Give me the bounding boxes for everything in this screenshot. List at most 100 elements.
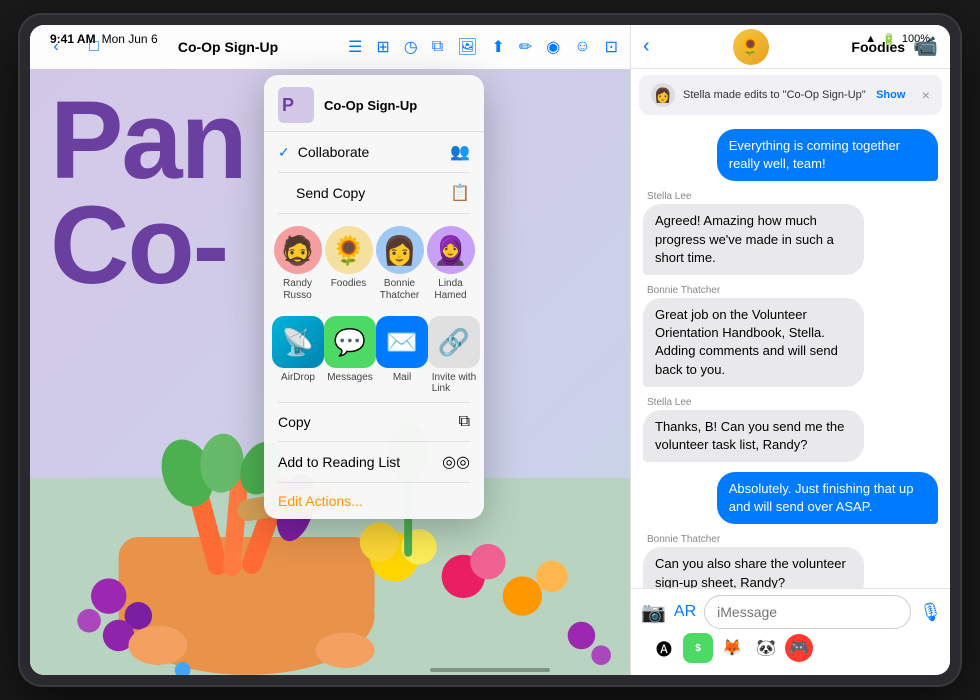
more-icon[interactable]: ⊡	[605, 37, 618, 57]
share-doc-title: Co-Op Sign-Up	[324, 98, 417, 113]
bubble-bonnie-1: Great job on the Volunteer Orientation H…	[643, 298, 864, 387]
messages-app[interactable]: 💬 Messages	[324, 316, 376, 394]
send-copy-icon: 📋	[450, 183, 470, 203]
notification-banner: 👩 Stella made edits to "Co-Op Sign-Up" S…	[639, 75, 942, 115]
contact-foodies[interactable]: 🌻 Foodies	[325, 226, 373, 302]
share-icon[interactable]: ⬆	[491, 37, 504, 57]
collaborate-label: Collaborate	[298, 144, 370, 160]
shapes-icon[interactable]: ◉	[546, 37, 560, 57]
message-6: Bonnie Thatcher Can you also share the v…	[643, 534, 938, 588]
edit-actions-option[interactable]: Edit Actions...	[264, 483, 484, 519]
image-icon[interactable]: 🖼	[457, 37, 477, 57]
linda-avatar: 🧕	[427, 226, 475, 274]
mail-icon: ✉️	[376, 316, 428, 368]
apps-bar: 🅐 $ 🦊 🐼 🎮	[641, 629, 940, 667]
pages-toolbar: ‹ □ Co-Op Sign-Up ☰ ⊞ ◷ ⧉ 🖼 ⬆ ✏ ◉ ☺ ⊡	[30, 25, 630, 69]
copy-label: Copy	[278, 414, 311, 430]
input-row: 📷 AR 🎙	[641, 595, 940, 629]
bonnie-avatar: 👩	[376, 226, 424, 274]
doc-browser-button[interactable]: □	[80, 33, 108, 61]
messages-back-button[interactable]: ‹	[643, 35, 650, 58]
contact-bonnie[interactable]: 👩 BonnieThatcher	[376, 226, 424, 302]
send-copy-option[interactable]: Send Copy 📋	[264, 173, 484, 213]
toolbar-icons: ☰ ⊞ ◷ ⧉ 🖼 ⬆ ✏ ◉ ☺ ⊡	[348, 37, 618, 57]
document-title: Co-Op Sign-Up	[118, 39, 338, 55]
message-1: Everything is coming together really wel…	[643, 129, 938, 181]
contact-linda[interactable]: 🧕 LindaHamed	[427, 226, 475, 302]
share-avatars: 🧔 RandyRusso 🌻 Foodies 👩 BonnieThatcher	[264, 214, 484, 306]
sender-bonnie-1: Bonnie Thatcher	[643, 285, 720, 296]
ipad-frame: 9:41 AM Mon Jun 6 ▲ 🔋 100% ‹ □ Co-Op Sig…	[20, 15, 960, 685]
pencil-icon[interactable]: ✏	[519, 37, 532, 57]
bubble-bonnie-2: Can you also share the volunteer sign-up…	[643, 547, 864, 588]
message-4: Stella Lee Thanks, B! Can you send me th…	[643, 397, 938, 462]
share-doc-icon: P	[278, 87, 314, 123]
airdrop-icon: 📡	[272, 316, 324, 368]
more-apps-button[interactable]: 🎮	[785, 634, 813, 662]
ipad-screen: 9:41 AM Mon Jun 6 ▲ 🔋 100% ‹ □ Co-Op Sig…	[30, 25, 950, 675]
bubble-stella-2: Thanks, B! Can you send me the volunteer…	[643, 410, 864, 462]
back-button[interactable]: ‹	[42, 33, 70, 61]
bubble-outgoing-2: Absolutely. Just finishing that up and w…	[717, 472, 938, 524]
list-icon[interactable]: ☰	[348, 37, 362, 57]
airdrop-app[interactable]: 📡 AirDrop	[272, 316, 324, 394]
pages-panel: ‹ □ Co-Op Sign-Up ☰ ⊞ ◷ ⧉ 🖼 ⬆ ✏ ◉ ☺ ⊡	[30, 25, 630, 675]
copy-option[interactable]: Copy ⧉	[264, 403, 484, 441]
ar-button[interactable]: AR	[674, 603, 696, 621]
messages-input-area: 📷 AR 🎙 🅐 $ 🦊 🐼 🎮	[631, 588, 950, 675]
invite-link-app[interactable]: 🔗 Invite withLink	[428, 316, 480, 394]
group-name: Foodies	[851, 39, 905, 55]
invite-link-label: Invite withLink	[432, 372, 476, 394]
send-copy-label: Send Copy	[278, 185, 365, 201]
bubble-outgoing-1: Everything is coming together really wel…	[717, 129, 938, 181]
notification-close-button[interactable]: ×	[922, 87, 930, 103]
randy-avatar: 🧔	[274, 226, 322, 274]
reading-list-label: Add to Reading List	[278, 454, 400, 470]
video-call-button[interactable]: 📹	[913, 34, 938, 59]
copy-icon: ⧉	[459, 413, 470, 431]
camera-button[interactable]: 📷	[641, 600, 666, 625]
foodies-name: Foodies	[331, 278, 367, 290]
sender-stella-2: Stella Lee	[643, 397, 691, 408]
appstore-button[interactable]: 🅐	[649, 633, 679, 663]
checkmark-icon: ✓	[278, 144, 290, 161]
randy-name: RandyRusso	[283, 278, 312, 302]
contact-randy[interactable]: 🧔 RandyRusso	[274, 226, 322, 302]
emoji-memoji-2[interactable]: 🐼	[751, 633, 781, 663]
messages-body: Everything is coming together really wel…	[631, 121, 950, 588]
bubble-stella-1: Agreed! Amazing how much progress we've …	[643, 204, 864, 275]
bonnie-name: BonnieThatcher	[380, 278, 419, 302]
share-apps: 📡 AirDrop 💬 Messages ✉️ Mail 🔗	[264, 306, 484, 402]
collaborate-option[interactable]: ✓ Collaborate 👥	[264, 132, 484, 172]
mail-app[interactable]: ✉️ Mail	[376, 316, 428, 394]
message-3: Bonnie Thatcher Great job on the Volunte…	[643, 285, 938, 387]
emoji-icon[interactable]: ☺	[574, 38, 590, 56]
notification-text: Stella made edits to "Co-Op Sign-Up"	[683, 89, 866, 101]
messages-toolbar: ‹ 🌻 Foodies 📹	[631, 25, 950, 69]
cash-button[interactable]: $	[683, 633, 713, 663]
copy-icon[interactable]: ⧉	[432, 38, 443, 56]
group-icon: 🌻	[733, 29, 769, 65]
messages-panel: ‹ 🌻 Foodies 📹 👩 Stella made edits to "Co…	[630, 25, 950, 675]
reading-list-option[interactable]: Add to Reading List ◎◎	[264, 442, 484, 482]
clock-icon[interactable]: ◷	[404, 37, 418, 57]
messages-icon: 💬	[324, 316, 376, 368]
table-icon[interactable]: ⊞	[376, 37, 389, 57]
notification-show-button[interactable]: Show	[876, 89, 905, 101]
notif-avatar: 👩	[651, 83, 675, 107]
message-input[interactable]	[704, 595, 911, 629]
share-popup-header: P Co-Op Sign-Up	[264, 75, 484, 132]
message-2: Stella Lee Agreed! Amazing how much prog…	[643, 191, 938, 275]
svg-text:P: P	[282, 95, 294, 115]
main-content: ‹ □ Co-Op Sign-Up ☰ ⊞ ◷ ⧉ 🖼 ⬆ ✏ ◉ ☺ ⊡	[30, 25, 950, 675]
emoji-memoji-1[interactable]: 🦊	[717, 633, 747, 663]
sender-bonnie-2: Bonnie Thatcher	[643, 534, 720, 545]
reading-list-icon: ◎◎	[442, 452, 470, 472]
mic-button[interactable]: 🎙	[919, 602, 942, 623]
messages-label: Messages	[327, 372, 373, 383]
airdrop-label: AirDrop	[281, 372, 315, 383]
share-popup: P Co-Op Sign-Up ✓ Collaborate 👥	[264, 75, 484, 519]
foodies-avatar: 🌻	[325, 226, 373, 274]
messages-toolbar-center: 🌻	[658, 29, 844, 65]
linda-name: LindaHamed	[434, 278, 466, 302]
